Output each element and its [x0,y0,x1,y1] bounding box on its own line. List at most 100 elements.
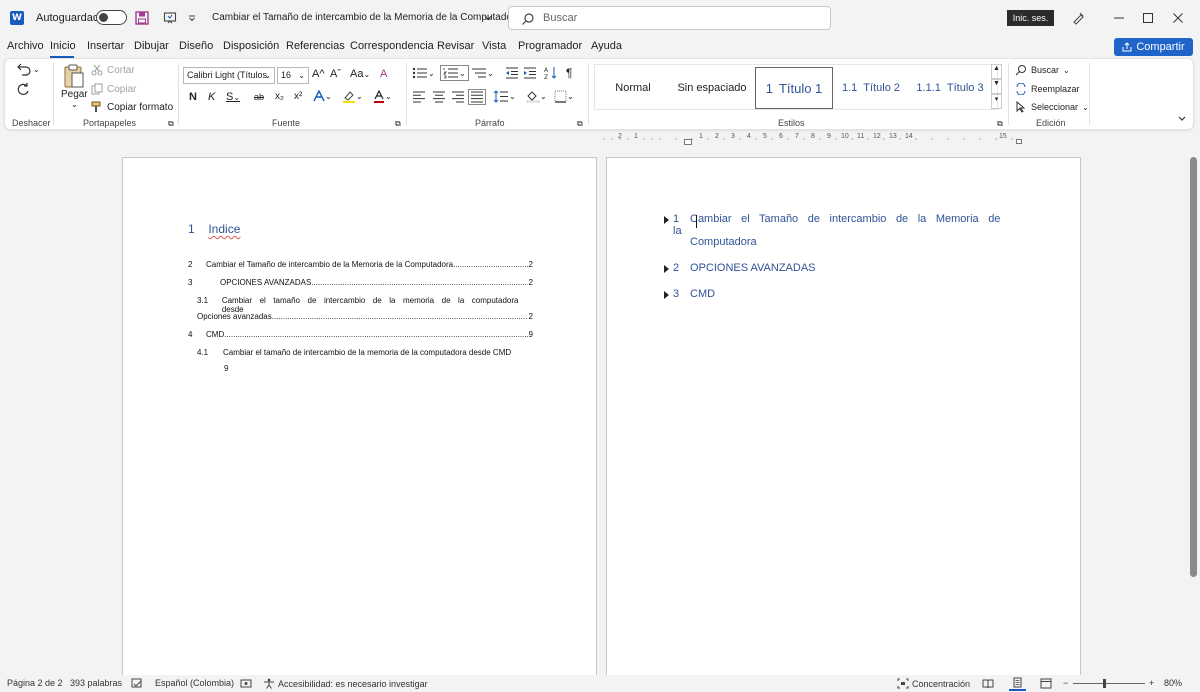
heading-1-entry-continued[interactable]: Computadora [690,236,757,248]
grow-font-button[interactable]: A^ [312,68,325,80]
tab-correspondencia[interactable]: Correspondencia [350,40,434,52]
minimize-icon[interactable] [1110,9,1128,27]
scrollbar-thumb[interactable] [1190,157,1197,577]
strikethrough-button[interactable]: ab [254,92,264,102]
indent-marker[interactable] [684,139,692,145]
shrink-font-button[interactable]: Aˇ [330,68,341,80]
collapse-caret-icon[interactable] [664,216,669,224]
style-titulo-1[interactable]: 1 Título 1 [755,67,833,109]
proofing-button[interactable] [131,678,143,689]
paragraph-launcher-icon[interactable]: ⧉ [577,119,583,129]
close-icon[interactable] [1169,9,1187,27]
align-center-button[interactable] [432,91,446,103]
toc-entry[interactable]: 2 Cambiar el Tamaño de intercambio de la… [188,260,533,269]
align-left-button[interactable] [412,91,426,103]
collapse-caret-icon[interactable] [664,291,669,299]
zoom-slider-track[interactable] [1073,683,1145,684]
justify-button[interactable] [468,89,486,105]
zoom-out-button[interactable]: − [1063,678,1068,688]
customize-qat-icon[interactable] [184,10,200,26]
italic-button[interactable]: K [208,91,215,103]
paste-button[interactable]: Pegar ⌄ [61,63,88,109]
find-button[interactable]: Buscar ⌄ [1015,64,1070,76]
bold-button[interactable]: N [189,91,197,103]
toc-entry-continued[interactable]: Opciones avanzadas 2 [197,312,533,321]
collapse-ribbon-icon[interactable] [1177,115,1187,123]
title-chevron-down-icon[interactable] [480,10,496,26]
tab-referencias[interactable]: Referencias [286,40,345,52]
clear-format-button[interactable]: A [380,68,387,80]
present-icon[interactable] [162,10,178,26]
redo-button[interactable] [15,81,31,97]
subscript-button[interactable]: x₂ [275,91,284,102]
styles-scroll-down-icon[interactable]: ▼ [991,79,1002,94]
shading-button[interactable]: ⌄ [526,90,547,103]
toc-entry[interactable]: 4 CMD 9 [188,330,533,339]
superscript-button[interactable]: x² [294,91,302,102]
toc-entry[interactable]: 3 OPCIONES AVANZADAS 2 [188,278,533,287]
tab-vista[interactable]: Vista [482,40,506,52]
document-title[interactable]: Cambiar el Tamaño de intercambio de la M… [212,12,521,23]
styles-scroll-up-icon[interactable]: ▲ [991,64,1002,79]
language[interactable]: Español (Colombia) [155,678,234,688]
read-mode-button[interactable] [982,678,994,689]
underline-button[interactable]: S ⌄ [226,91,240,103]
toc-heading[interactable]: 1 Indice [188,222,240,236]
sort-button[interactable]: AZ [544,66,558,80]
style-sin-espaciado[interactable]: Sin espaciado [671,67,753,109]
toc-entry[interactable]: 4.1 Cambiar el tamaño de intercambio de … [197,348,533,357]
styles-more-icon[interactable]: ▾ [991,94,1002,109]
tab-programador[interactable]: Programador [518,40,582,52]
tab-insertar[interactable]: Insertar [87,40,124,52]
heading-1-entry[interactable]: 2 OPCIONES AVANZADAS [673,262,816,274]
document-canvas[interactable]: 1 Indice 2 Cambiar el Tamaño de intercam… [0,147,1188,675]
style-titulo-3[interactable]: 1.1.1 Título 3 [909,67,991,109]
style-titulo-2[interactable]: 1.1 Título 2 [835,67,907,109]
show-marks-button[interactable]: ¶ [566,66,572,80]
zoom-slider-thumb[interactable] [1103,679,1106,688]
tab-revisar[interactable]: Revisar [437,40,474,52]
save-icon[interactable] [134,10,150,26]
horizontal-ruler[interactable]: 1 2 1 2 3 4 5 6 7 8 9 10 11 12 13 14 15 [596,133,1026,145]
select-button[interactable]: Seleccionar ⌄ [1015,101,1089,113]
decrease-indent-button[interactable] [505,67,519,79]
numbering-button[interactable]: ⌄ [440,65,469,81]
accessibility-button[interactable]: Accesibilidad: es necesario investigar [263,678,428,689]
toc-entry-continued[interactable]: 9 [223,364,228,373]
undo-button[interactable]: ⌄ [15,62,40,76]
heading-1-entry[interactable]: 3 CMD [673,288,715,300]
font-name-select[interactable]: Calibri Light (Títulos ⌄ [183,67,275,84]
line-spacing-button[interactable]: ⌄ [493,90,516,103]
copy-button[interactable]: Copiar [91,83,136,95]
maximize-icon[interactable] [1139,9,1157,27]
heading-1-entry[interactable]: 1 Cambiar el Tamaño de intercambio de la … [673,213,1018,237]
tab-archivo[interactable]: Archivo [7,40,44,52]
page-1[interactable]: 1 Indice 2 Cambiar el Tamaño de intercam… [122,157,597,675]
pen-icon[interactable] [1069,9,1087,27]
tab-disposicion[interactable]: Disposición [223,40,279,52]
tab-dibujar[interactable]: Dibujar [134,40,169,52]
tab-diseno[interactable]: Diseño [179,40,213,52]
word-count[interactable]: 393 palabras [70,678,122,688]
tab-ayuda[interactable]: Ayuda [591,40,622,52]
collapse-caret-icon[interactable] [664,265,669,273]
borders-button[interactable]: ⌄ [554,90,574,103]
text-effects-button[interactable]: ⌄ [313,90,332,102]
highlight-button[interactable]: ⌄ [342,90,363,103]
font-size-select[interactable]: 16 ⌄ [277,67,309,84]
styles-launcher-icon[interactable]: ⧉ [997,119,1003,129]
multilevel-list-button[interactable]: ⌄ [471,67,494,79]
change-case-button[interactable]: Aa ⌄ [350,68,370,80]
replace-button[interactable]: Reemplazar [1015,83,1080,95]
share-button[interactable]: Compartir [1114,38,1193,56]
cut-button[interactable]: Cortar [91,64,135,76]
autosave-toggle[interactable] [96,10,127,25]
focus-button[interactable]: Concentración [897,678,970,689]
zoom-level[interactable]: 80% [1164,678,1182,688]
format-painter-button[interactable]: Copiar formato [91,101,173,113]
font-launcher-icon[interactable]: ⧉ [395,119,401,129]
signin-button[interactable]: Inic. ses. [1007,10,1054,26]
style-normal[interactable]: Normal [597,67,669,109]
bullets-button[interactable]: ⌄ [412,67,435,79]
vertical-scrollbar[interactable] [1188,147,1200,675]
